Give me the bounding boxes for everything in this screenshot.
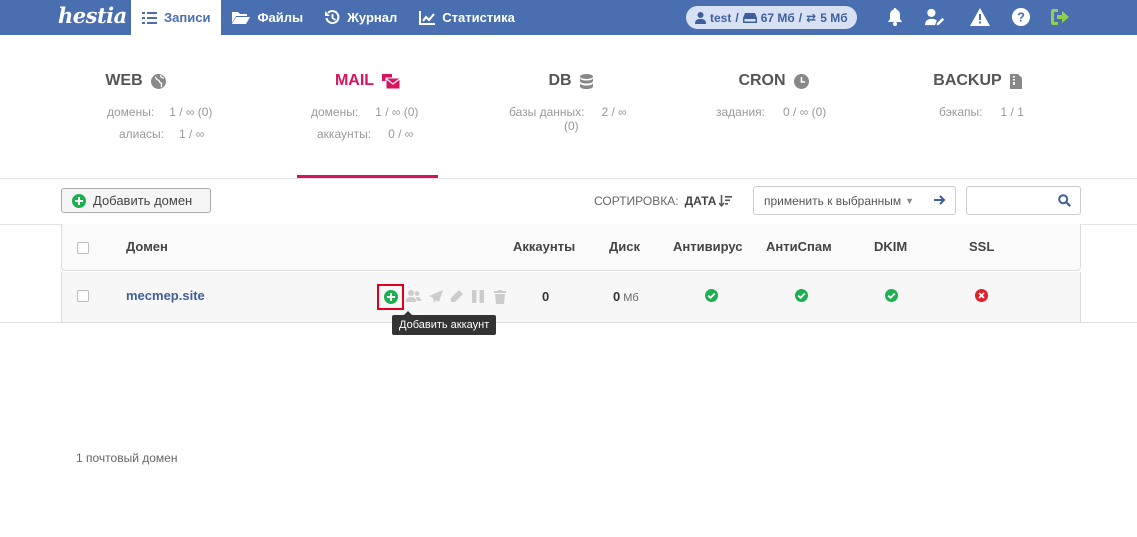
help-icon[interactable]: ? [1011,7,1031,27]
tooltip-add-account: Добавить аккаунт [392,311,497,335]
user-name: test [710,10,732,25]
stat-title: MAIL [334,72,375,89]
header-antivirus: Антивирус [673,239,743,254]
stat-title: CRON [738,72,786,89]
divider [0,322,1137,323]
table-header: Домен Аккаунты Диск Антивирус АнтиСпам D… [61,224,1081,271]
bell-icon[interactable] [885,7,905,27]
folder-open-icon [232,11,251,24]
header-accounts[interactable]: Аккаунты [513,239,575,254]
search-icon[interactable] [1058,194,1071,210]
stat-title: DB [548,72,572,89]
header-disk[interactable]: Диск [609,239,640,254]
bulk-action-select[interactable]: применить к выбранным ▼ [753,186,956,215]
apply-arrow-icon[interactable] [934,194,946,209]
user-cog-icon[interactable] [925,7,945,27]
divider [0,178,1137,179]
stat-cron[interactable]: CRON задания: 0 / ∞ (0) [703,36,844,178]
row-checkbox[interactable] [77,290,89,302]
database-icon [579,73,593,89]
stat-db[interactable]: DB базы данных: 2 / ∞ (0) [500,36,641,178]
add-account-icon[interactable] [384,290,398,307]
header-ssl: SSL [969,239,995,254]
plus-circle-icon [72,193,86,208]
clock-icon [793,73,809,89]
logout-icon[interactable] [1051,7,1071,27]
search-input[interactable] [966,186,1081,215]
stat-title: BACKUP [933,72,1002,89]
svg-text:?: ? [1017,10,1025,25]
stats-panel: WEB домены: 1 / ∞ (0) алиасы: 1 / ∞ MAIL д… [0,36,1137,178]
sort-amount-down-icon [719,194,733,207]
sort-value: ДАТА [684,194,717,208]
nav-item-label: Файлы [257,10,304,25]
add-domain-label: Добавить домен [93,193,193,208]
main-nav: Записи Файлы Журнал Статистика [131,0,526,35]
stat-title: WEB [105,72,143,89]
hestia-logo[interactable]: hestia [58,3,127,33]
paper-plane-icon[interactable] [429,290,443,306]
disk-usage: 67 Мб [760,10,795,25]
accounts-count: 0 [542,289,550,304]
add-domain-button[interactable]: Добавить домен [61,188,211,213]
hdd-icon [742,12,757,23]
ssl-disabled-icon [975,289,988,305]
header-dkim: DKIM [874,239,908,254]
nav-item-files[interactable]: Файлы [221,0,314,35]
file-archive-icon [1009,73,1022,89]
sort-control[interactable]: СОРТИРОВКА: ДАТА [594,194,733,208]
nav-item-label: Записи [164,10,211,25]
user-usage-badge[interactable]: test / 67 Мб / ⇄ 5 Мб [686,6,857,29]
domain-count: 1 почтовый домен [76,451,178,465]
nav-item-statistics[interactable]: Статистика [408,0,526,35]
nav-item-label: Статистика [442,10,515,25]
nav-item-records[interactable]: Записи [131,0,222,35]
mail-bulk-icon [382,73,401,89]
table-row: mecmep.site 0 0 Мб [61,272,1081,322]
top-navigation-bar: hestia Записи Файлы Журнал Статистика te… [0,0,1137,35]
pencil-icon[interactable] [450,290,463,306]
header-antispam: АнтиСпам [766,239,832,254]
bandwidth-usage: 5 Мб [820,10,848,25]
dkim-check-icon [885,289,898,305]
user-icon [695,11,706,24]
exchange-icon: ⇄ [806,10,817,25]
antispam-check-icon [795,289,808,305]
select-all-checkbox[interactable] [77,242,89,254]
stat-backup[interactable]: BACKUP бэкапы: 1 / 1 [907,36,1048,178]
header-domain[interactable]: Домен [126,239,168,254]
globe-icon [150,73,166,89]
pause-icon[interactable] [472,290,484,306]
domain-link[interactable]: mecmep.site [126,288,205,303]
stat-mail[interactable]: MAIL домены: 1 / ∞ (0) аккаунты: 0 / ∞ [297,36,438,178]
users-icon[interactable] [406,290,421,305]
stat-web[interactable]: WEB домены: 1 / ∞ (0) алиасы: 1 / ∞ [65,36,212,178]
nav-item-label: Журнал [347,10,398,25]
history-icon [325,10,340,25]
warning-icon[interactable] [970,7,990,27]
antivirus-check-icon [705,289,718,305]
disk-usage-cell: 0 Мб [613,289,639,304]
bulk-action-label: применить к выбранным [764,193,902,208]
chart-line-icon [419,10,436,25]
nav-item-log[interactable]: Журнал [314,0,408,35]
caret-down-icon: ▼ [905,195,915,206]
trash-icon[interactable] [494,290,506,307]
sort-label: СОРТИРОВКА: [594,194,679,208]
list-icon [142,11,157,24]
